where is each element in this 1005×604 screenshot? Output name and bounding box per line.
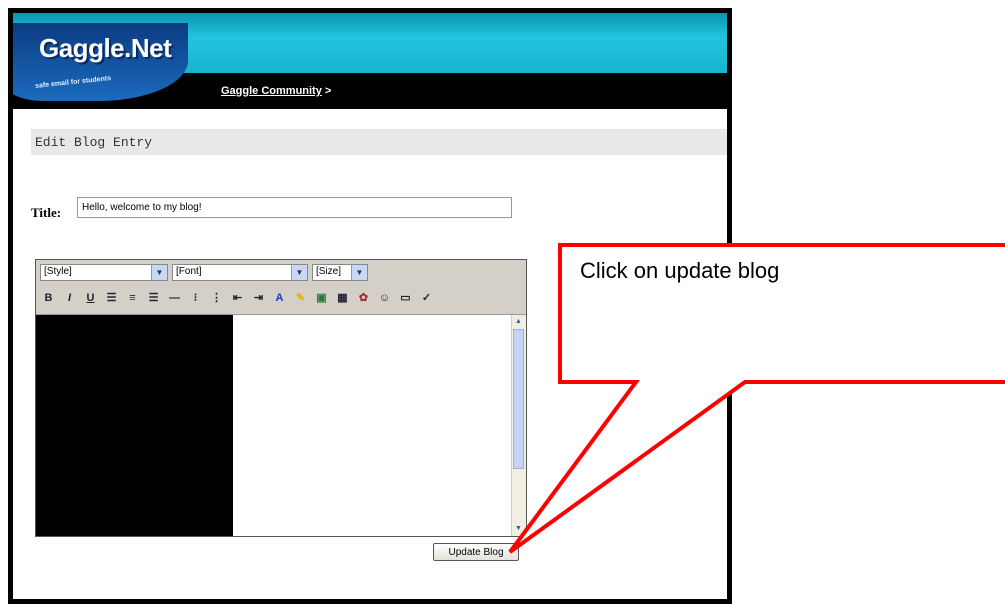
scroll-up-icon[interactable]: ▲	[513, 316, 524, 328]
update-blog-button[interactable]: Update Blog	[433, 543, 519, 561]
scroll-thumb[interactable]	[513, 329, 524, 469]
editor-black-region	[36, 315, 233, 536]
editor-toolbar: [Style] ▼ [Font] ▼ [Size] ▼ B I U ☰ ≡ ☰ — ⁝…	[36, 260, 526, 315]
breadcrumb-separator: >	[321, 85, 332, 97]
spellcheck-icon[interactable]: ✓	[418, 290, 435, 307]
indent-icon[interactable]: ⇥	[250, 290, 267, 307]
underline-icon[interactable]: U	[82, 290, 99, 307]
size-select[interactable]: [Size] ▼	[312, 264, 368, 281]
style-select-value: [Style]	[44, 266, 72, 277]
editor-scrollbar[interactable]: ▲ ▼	[511, 315, 526, 536]
align-right-icon[interactable]: ☰	[145, 290, 162, 307]
title-label: Title:	[31, 205, 62, 220]
scroll-down-icon[interactable]: ▼	[513, 523, 524, 535]
align-left-icon[interactable]: ☰	[103, 290, 120, 307]
format-buttons: B I U ☰ ≡ ☰ — ⁝ ⋮ ⇤ ⇥ A ✎ ▣ ▦ ✿ ☺ ▭ ✓	[40, 288, 435, 308]
insert-smiley-icon[interactable]: ☺	[376, 290, 393, 307]
rich-text-editor: [Style] ▼ [Font] ▼ [Size] ▼ B I U ☰ ≡ ☰ — ⁝…	[35, 259, 527, 537]
font-select[interactable]: [Font] ▼	[172, 264, 308, 281]
ordered-list-icon[interactable]: ⁝	[187, 290, 204, 307]
chevron-down-icon: ▼	[291, 265, 307, 280]
style-select[interactable]: [Style] ▼	[40, 264, 168, 281]
gaggle-logo[interactable]: Gaggle.Net	[39, 33, 172, 64]
outdent-icon[interactable]: ⇤	[229, 290, 246, 307]
font-select-value: [Font]	[176, 266, 202, 277]
unordered-list-icon[interactable]: ⋮	[208, 290, 225, 307]
editor-content-area[interactable]: ▲ ▼	[36, 315, 526, 536]
insert-image-icon[interactable]: ▣	[313, 290, 330, 307]
breadcrumb: Gaggle Community >	[221, 85, 331, 97]
italic-icon[interactable]: I	[61, 290, 78, 307]
insert-link-icon[interactable]: ✿	[355, 290, 372, 307]
breadcrumb-community-link[interactable]: Gaggle Community	[221, 85, 322, 97]
callout-text: Click on update blog	[580, 258, 780, 283]
page-title: Edit Blog Entry	[35, 135, 153, 150]
insert-table-icon[interactable]: ▦	[334, 290, 351, 307]
bold-icon[interactable]: B	[40, 290, 57, 307]
chevron-down-icon: ▼	[351, 265, 367, 280]
title-input[interactable]	[77, 197, 512, 218]
align-center-icon[interactable]: ≡	[124, 290, 141, 307]
page-title-bar: Edit Blog Entry	[31, 129, 727, 155]
chevron-down-icon: ▼	[151, 265, 167, 280]
horizontal-rule-icon[interactable]: —	[166, 290, 183, 307]
font-color-icon[interactable]: A	[271, 290, 288, 307]
fullscreen-icon[interactable]: ▭	[397, 290, 414, 307]
highlight-icon[interactable]: ✎	[292, 290, 309, 307]
browser-window: Gaggle.Net safe email for students Gaggl…	[8, 8, 732, 604]
size-select-value: [Size]	[316, 266, 342, 277]
